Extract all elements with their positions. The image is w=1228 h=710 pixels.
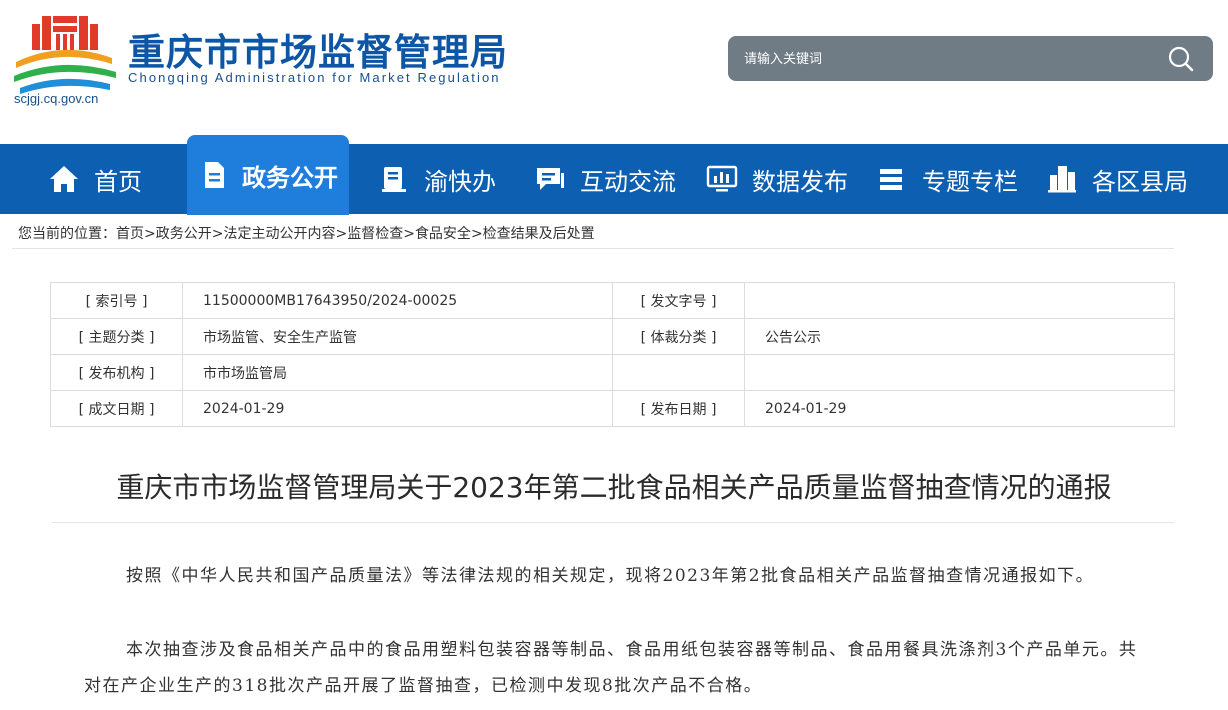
title-divider <box>52 522 1174 523</box>
table-row: [ 发布机构 ] 市市场监管局 <box>50 354 1175 391</box>
docno-label: [ 发文字号 ] <box>612 282 745 319</box>
nav-yukuaiban-label: 渝快办 <box>424 167 496 196</box>
article-paragraph: 按照《中华人民共和国产品质量法》等法律法规的相关规定，现将2023年第2批食品相… <box>126 566 1095 586</box>
org-label: [ 发布机构 ] <box>50 354 183 391</box>
main-nav: 首页 政务公开 渝快办 互动交流 数据发布 专题专栏 各区县局 <box>0 135 1228 215</box>
nav-districts[interactable]: 各区县局 <box>1046 144 1188 214</box>
search-icon <box>1168 46 1194 72</box>
published-label: [ 发布日期 ] <box>612 390 745 427</box>
chart-monitor-icon <box>706 165 738 192</box>
article-paragraph: 本次抽查涉及食品相关产品中的食品用塑料包装容器等制品、食品用纸包装容器等制品、食… <box>84 640 1138 696</box>
buildings-icon <box>1048 166 1076 193</box>
nav-districts-label: 各区县局 <box>1092 167 1188 196</box>
created-value: 2024-01-29 <box>182 390 613 427</box>
nav-interaction[interactable]: 互动交流 <box>534 144 676 214</box>
document-meta-table: [ 索引号 ] 11500000MB17643950/2024-00025 [ … <box>50 282 1175 427</box>
document-icon <box>205 162 224 188</box>
topic-label: [ 主题分类 ] <box>50 318 183 355</box>
empty-cell <box>744 354 1175 391</box>
site-title: 重庆市市场监督管理局 <box>128 31 508 74</box>
empty-cell <box>612 354 745 391</box>
index-label: [ 索引号 ] <box>50 282 183 319</box>
layers-icon <box>880 169 902 190</box>
created-label: [ 成文日期 ] <box>50 390 183 427</box>
breadcrumb-home[interactable]: 首页 <box>116 226 144 242</box>
docno-value <box>744 282 1175 319</box>
table-row: [ 成文日期 ] 2024-01-29 [ 发布日期 ] 2024-01-29 <box>50 390 1175 427</box>
nav-home-label: 首页 <box>94 167 142 196</box>
table-row: [ 主题分类 ] 市场监管、安全生产监管 [ 体裁分类 ] 公告公示 <box>50 318 1175 355</box>
search-button[interactable] <box>1167 45 1195 73</box>
article-title: 重庆市市场监督管理局关于2023年第二批食品相关产品质量监督抽查情况的通报 <box>116 471 1112 504</box>
breadcrumb-gov-affairs[interactable]: 政务公开 <box>156 226 212 242</box>
breadcrumb: 您当前的位置：首页>政务公开>法定主动公开内容>监督检查>食品安全>检查结果及后… <box>18 226 595 242</box>
breadcrumb-divider <box>12 248 1174 249</box>
nav-topics[interactable]: 专题专栏 <box>876 144 1018 214</box>
nav-topics-label: 专题专栏 <box>922 167 1018 196</box>
home-icon <box>50 166 78 192</box>
index-value: 11500000MB17643950/2024-00025 <box>182 282 613 319</box>
nav-gov-affairs[interactable]: 政务公开 <box>187 135 349 215</box>
breadcrumb-food-safety[interactable]: 食品安全 <box>415 226 471 242</box>
table-row: [ 索引号 ] 11500000MB17643950/2024-00025 [ … <box>50 282 1175 319</box>
search-bar <box>728 36 1213 81</box>
breadcrumb-supervision[interactable]: 监督检查 <box>347 226 403 242</box>
nav-data-label: 数据发布 <box>752 167 848 196</box>
site-logo[interactable] <box>12 14 118 94</box>
genre-label: [ 体裁分类 ] <box>612 318 745 355</box>
genre-value: 公告公示 <box>744 318 1175 355</box>
book-icon <box>382 167 406 192</box>
nav-home[interactable]: 首页 <box>48 144 142 214</box>
breadcrumb-prefix: 您当前的位置： <box>18 226 116 242</box>
nav-data[interactable]: 数据发布 <box>706 144 848 214</box>
chat-icon <box>537 168 564 190</box>
nav-yukuaiban[interactable]: 渝快办 <box>378 144 496 214</box>
breadcrumb-results[interactable]: 检查结果及后处置 <box>483 226 595 242</box>
site-header: 重庆市市场监督管理局 Chongqing Administration for … <box>0 0 1228 144</box>
nav-gov-affairs-label: 政务公开 <box>242 163 338 192</box>
nav-interaction-label: 互动交流 <box>580 167 676 196</box>
site-subtitle: Chongqing Administration for Market Regu… <box>128 70 501 85</box>
topic-value: 市场监管、安全生产监管 <box>182 318 613 355</box>
site-url: scjgj.cq.gov.cn <box>14 91 99 106</box>
search-input[interactable] <box>742 46 1146 72</box>
org-value: 市市场监管局 <box>182 354 613 391</box>
breadcrumb-statutory[interactable]: 法定主动公开内容 <box>223 226 335 242</box>
published-value: 2024-01-29 <box>744 390 1175 427</box>
